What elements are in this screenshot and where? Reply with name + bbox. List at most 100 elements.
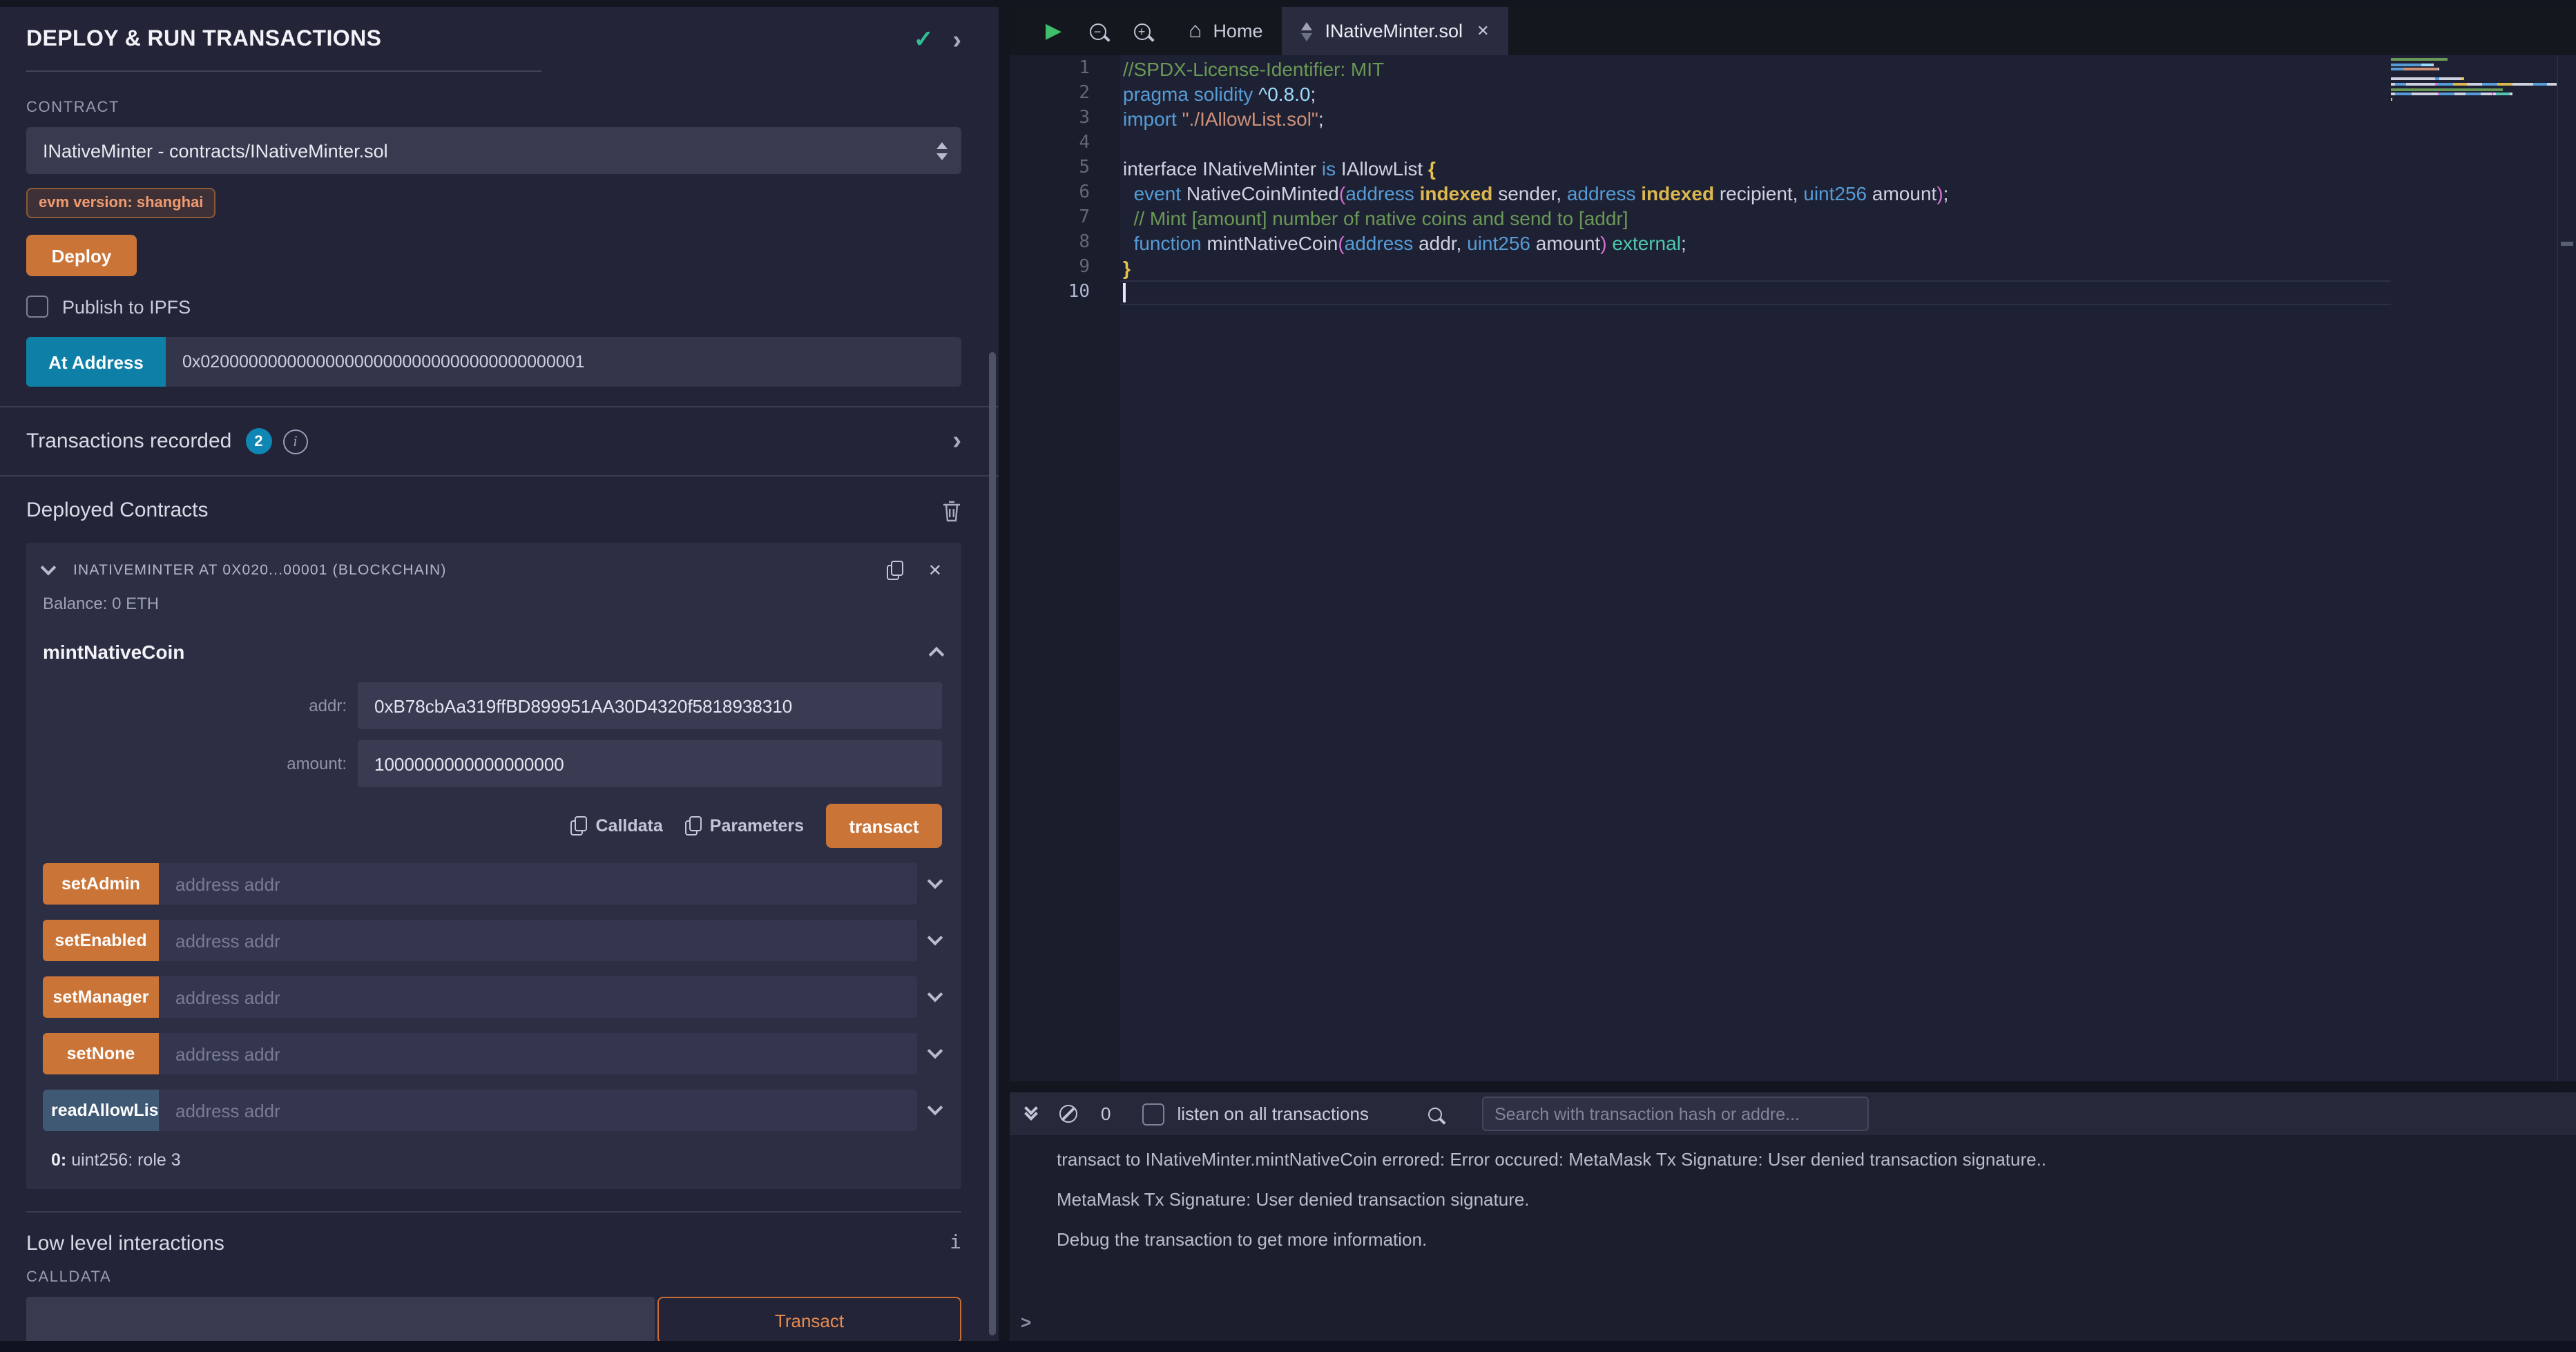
editor-tabbar: ▶ − + ⌂ Home INativeMinter.sol ✕ [1010, 7, 2576, 55]
readAllowList-expand-chevron-icon[interactable] [917, 1108, 953, 1113]
setAdmin-input[interactable]: address addr [159, 863, 917, 905]
transactions-expand-chevron-icon[interactable]: › [952, 428, 961, 454]
tab-inativeminter[interactable]: INativeMinter.sol ✕ [1282, 7, 1508, 55]
function-row-setEnabled: setEnabledaddress addr [43, 920, 953, 961]
text-cursor [1123, 283, 1126, 302]
calldata-label: CALLDATA [26, 1269, 961, 1286]
setNone-expand-chevron-icon[interactable] [917, 1051, 953, 1056]
terminal-line-3: Debug the transaction to get more inform… [1010, 1229, 2576, 1250]
at-address-input[interactable]: 0x02000000000000000000000000000000000000… [166, 337, 961, 387]
pending-tx-count: 0 [1101, 1103, 1111, 1124]
editor-gutter: 12345678910 [1010, 55, 1120, 1081]
addr-param-label: addr: [26, 696, 358, 715]
code-line-7[interactable]: // Mint [amount] number of native coins … [1120, 206, 2391, 231]
publish-ipfs-checkbox[interactable] [26, 296, 48, 318]
code-line-9[interactable]: } [1120, 255, 2391, 280]
deploy-button[interactable]: Deploy [26, 235, 137, 276]
parameters-copy-link[interactable]: Parameters [685, 816, 804, 836]
window-top-strip [0, 0, 2576, 7]
listen-all-transactions-label: listen on all transactions [1177, 1103, 1369, 1124]
editor-code-area[interactable]: //SPDX-License-Identifier: MITpragma sol… [1120, 55, 2391, 1081]
code-editor[interactable]: 12345678910 //SPDX-License-Identifier: M… [1010, 55, 2576, 1081]
low-level-title: Low level interactions [26, 1232, 224, 1255]
amount-param-label: amount: [26, 754, 358, 773]
setNone-input[interactable]: address addr [159, 1033, 917, 1074]
code-line-2[interactable]: pragma solidity ^0.8.0; [1120, 81, 2391, 106]
terminal-prompt[interactable]: > [1021, 1312, 1031, 1333]
remove-instance-icon[interactable]: ✕ [928, 562, 942, 579]
instance-title: INATIVEMINTER AT 0X020...00001 (BLOCKCHA… [73, 562, 447, 579]
zoom-in-icon[interactable]: + [1133, 23, 1150, 39]
panel-editor-divider[interactable] [999, 0, 1010, 1352]
function-row-setManager: setManageraddress addr [43, 976, 953, 1018]
calldata-copy-link[interactable]: Calldata [571, 816, 663, 836]
readAllowList-input[interactable]: address addr [159, 1090, 917, 1131]
window-bottom-strip [0, 1341, 2576, 1352]
low-level-info-icon[interactable]: i [950, 1232, 961, 1254]
editor-minimap[interactable] [2391, 55, 2557, 1081]
solidity-file-icon [1301, 21, 1314, 41]
setManager-input[interactable]: address addr [159, 976, 917, 1018]
deploy-run-panel: DEPLOY & RUN TRANSACTIONS ✓ › CONTRACT I… [0, 7, 999, 1341]
transactions-count-badge: 2 [245, 428, 271, 454]
setManager-button[interactable]: setManager [43, 976, 159, 1018]
setEnabled-expand-chevron-icon[interactable] [917, 938, 953, 943]
tab-close-icon[interactable]: ✕ [1477, 22, 1489, 40]
code-line-4[interactable] [1120, 131, 2391, 156]
low-level-calldata-input[interactable] [26, 1297, 655, 1341]
clear-instances-trash-icon[interactable] [942, 499, 961, 521]
readAllowList-button[interactable]: readAllowList [43, 1090, 159, 1131]
setAdmin-expand-chevron-icon[interactable] [917, 881, 953, 887]
at-address-button[interactable]: At Address [26, 337, 166, 387]
contract-select-value: INativeMinter - contracts/INativeMinter.… [43, 140, 388, 161]
home-icon: ⌂ [1189, 20, 1202, 42]
editor-scrollbar[interactable] [2557, 55, 2576, 1081]
contract-label: CONTRACT [0, 99, 999, 116]
transact-button[interactable]: transact [826, 804, 942, 848]
setAdmin-button[interactable]: setAdmin [43, 863, 159, 905]
zoom-out-icon[interactable]: − [1089, 23, 1106, 39]
collapse-panel-chevron-icon[interactable]: › [952, 27, 961, 53]
setManager-expand-chevron-icon[interactable] [917, 994, 953, 1000]
tab-home[interactable]: ⌂ Home [1169, 7, 1282, 55]
run-script-play-icon[interactable]: ▶ [1046, 21, 1061, 41]
setEnabled-input[interactable]: address addr [159, 920, 917, 961]
terminal-resize-handle[interactable] [1010, 1081, 2576, 1092]
code-line-5[interactable]: interface INativeMinter is IAllowList { [1120, 156, 2391, 181]
contract-select[interactable]: INativeMinter - contracts/INativeMinter.… [26, 127, 961, 174]
amount-param-input[interactable]: 1000000000000000000 [358, 740, 942, 787]
setNone-button[interactable]: setNone [43, 1033, 159, 1074]
transactions-recorded-section[interactable]: Transactions recorded 2 i › [0, 406, 999, 476]
code-line-3[interactable]: import "./IAllowList.sol"; [1120, 106, 2391, 131]
listen-all-transactions-checkbox[interactable] [1142, 1103, 1164, 1125]
terminal-search-input[interactable] [1482, 1097, 1869, 1131]
code-line-6[interactable]: event NativeCoinMinted(address indexed s… [1120, 181, 2391, 206]
code-line-1[interactable]: //SPDX-License-Identifier: MIT [1120, 57, 2391, 81]
code-line-10[interactable] [1120, 280, 2391, 305]
expand-terminal-chevrons-icon[interactable] [1026, 1109, 1036, 1119]
terminal-line-2: MetaMask Tx Signature: User denied trans… [1010, 1189, 2576, 1210]
evm-version-badge: evm version: shanghai [26, 188, 215, 218]
copy-icon [571, 816, 588, 836]
clear-terminal-icon[interactable] [1059, 1105, 1077, 1123]
function-row-setAdmin: setAdminaddress addr [43, 863, 953, 905]
publish-ipfs-label: Publish to IPFS [62, 296, 191, 317]
title-underline [26, 70, 541, 72]
search-icon [1428, 1107, 1442, 1121]
call-result: 0: uint256: role 3 [51, 1150, 961, 1170]
terminal-line-1: transact to INativeMinter.mintNativeCoin… [1010, 1149, 2576, 1170]
editor-scrollbar-thumb[interactable] [2561, 242, 2573, 246]
panel-scrollbar[interactable] [989, 352, 996, 1335]
function-row-readAllowList: readAllowListaddress addr [43, 1090, 953, 1131]
info-icon: i [282, 429, 307, 454]
function-collapse-chevron-icon[interactable] [929, 647, 945, 663]
addr-param-input[interactable]: 0xB78cbAa319ffBD899951AA30D4320f58189383… [358, 682, 942, 729]
instance-collapse-chevron-icon[interactable] [41, 560, 57, 576]
deployed-contracts-title: Deployed Contracts [26, 499, 208, 522]
copy-address-icon[interactable] [887, 561, 903, 580]
terminal-output[interactable]: transact to INativeMinter.mintNativeCoin… [1010, 1135, 2576, 1341]
contract-instance-card: INATIVEMINTER AT 0X020...00001 (BLOCKCHA… [26, 543, 961, 1189]
setEnabled-button[interactable]: setEnabled [43, 920, 159, 961]
low-level-transact-button[interactable]: Transact [657, 1297, 961, 1341]
code-line-8[interactable]: function mintNativeCoin(address addr, ui… [1120, 231, 2391, 255]
